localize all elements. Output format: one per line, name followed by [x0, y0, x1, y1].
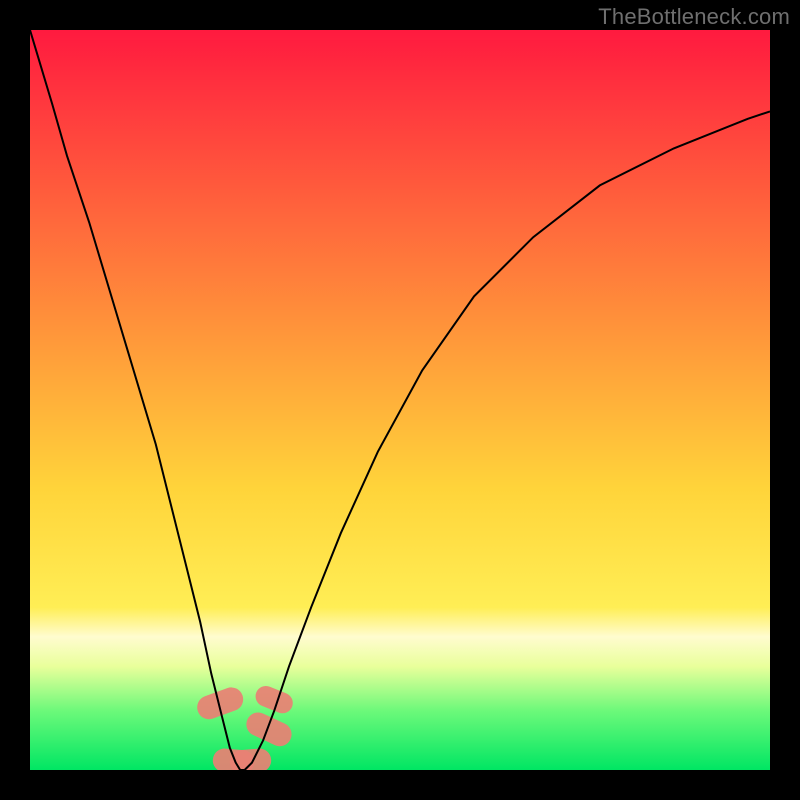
plot-area — [30, 30, 770, 770]
data-markers — [194, 683, 296, 770]
chart-overlay — [30, 30, 770, 770]
bottleneck-curve — [30, 30, 770, 770]
data-marker — [194, 684, 247, 722]
data-marker — [242, 709, 295, 751]
chart-frame: TheBottleneck.com — [0, 0, 800, 800]
watermark-text: TheBottleneck.com — [598, 4, 790, 30]
